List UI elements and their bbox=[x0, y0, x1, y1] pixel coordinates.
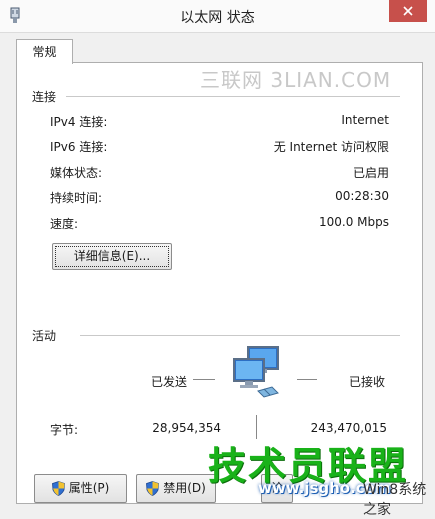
bytes-received-value: 243,470,015 bbox=[310, 421, 387, 435]
speed-label: 速度: bbox=[50, 217, 79, 231]
properties-button[interactable]: 属性(P) bbox=[34, 474, 127, 503]
bytes-sent-value: 28,954,354 bbox=[152, 421, 221, 435]
details-button[interactable]: 详细信息(E)... bbox=[52, 243, 172, 270]
duration-value: 00:28:30 bbox=[335, 189, 389, 203]
watermark-top: 三联网 3LIAN.COM bbox=[200, 68, 392, 92]
received-dash bbox=[297, 379, 317, 380]
duration-label: 持续时间: bbox=[50, 191, 103, 205]
ipv6-label: IPv6 连接: bbox=[50, 140, 108, 154]
speed-value: 100.0 Mbps bbox=[318, 215, 389, 229]
uac-shield-icon bbox=[146, 481, 160, 496]
bytes-label: 字节: bbox=[50, 423, 79, 437]
disable-button[interactable]: 禁用(D) bbox=[136, 474, 216, 503]
ipv6-value: 无 Internet 访问权限 bbox=[273, 140, 389, 154]
sent-label: 已发送 bbox=[151, 375, 188, 389]
ipv4-value: Internet bbox=[341, 113, 389, 127]
media-state-label: 媒体状态: bbox=[50, 166, 103, 180]
connection-divider bbox=[66, 96, 400, 97]
close-button[interactable] bbox=[389, 0, 427, 22]
ipv4-label: IPv4 连接: bbox=[50, 115, 108, 129]
properties-label: 属性(P) bbox=[68, 481, 110, 495]
close-icon bbox=[403, 6, 413, 16]
activity-divider bbox=[80, 335, 400, 336]
tab-general[interactable]: 常规 bbox=[16, 39, 73, 64]
media-state-value: 已启用 bbox=[352, 166, 389, 180]
sent-dash bbox=[193, 379, 215, 380]
window-title: 以太网 状态 bbox=[180, 10, 255, 26]
uac-shield-icon bbox=[51, 481, 65, 496]
activity-heading: 活动 bbox=[32, 329, 57, 343]
disable-label: 禁用(D) bbox=[163, 481, 206, 495]
watermark-suffix: Win8系统之家 bbox=[363, 482, 427, 518]
connection-heading: 连接 bbox=[32, 90, 57, 104]
received-label: 已接收 bbox=[349, 375, 386, 389]
network-computers-icon bbox=[233, 346, 279, 398]
title-bar: 以太网 状态 bbox=[0, 0, 435, 33]
